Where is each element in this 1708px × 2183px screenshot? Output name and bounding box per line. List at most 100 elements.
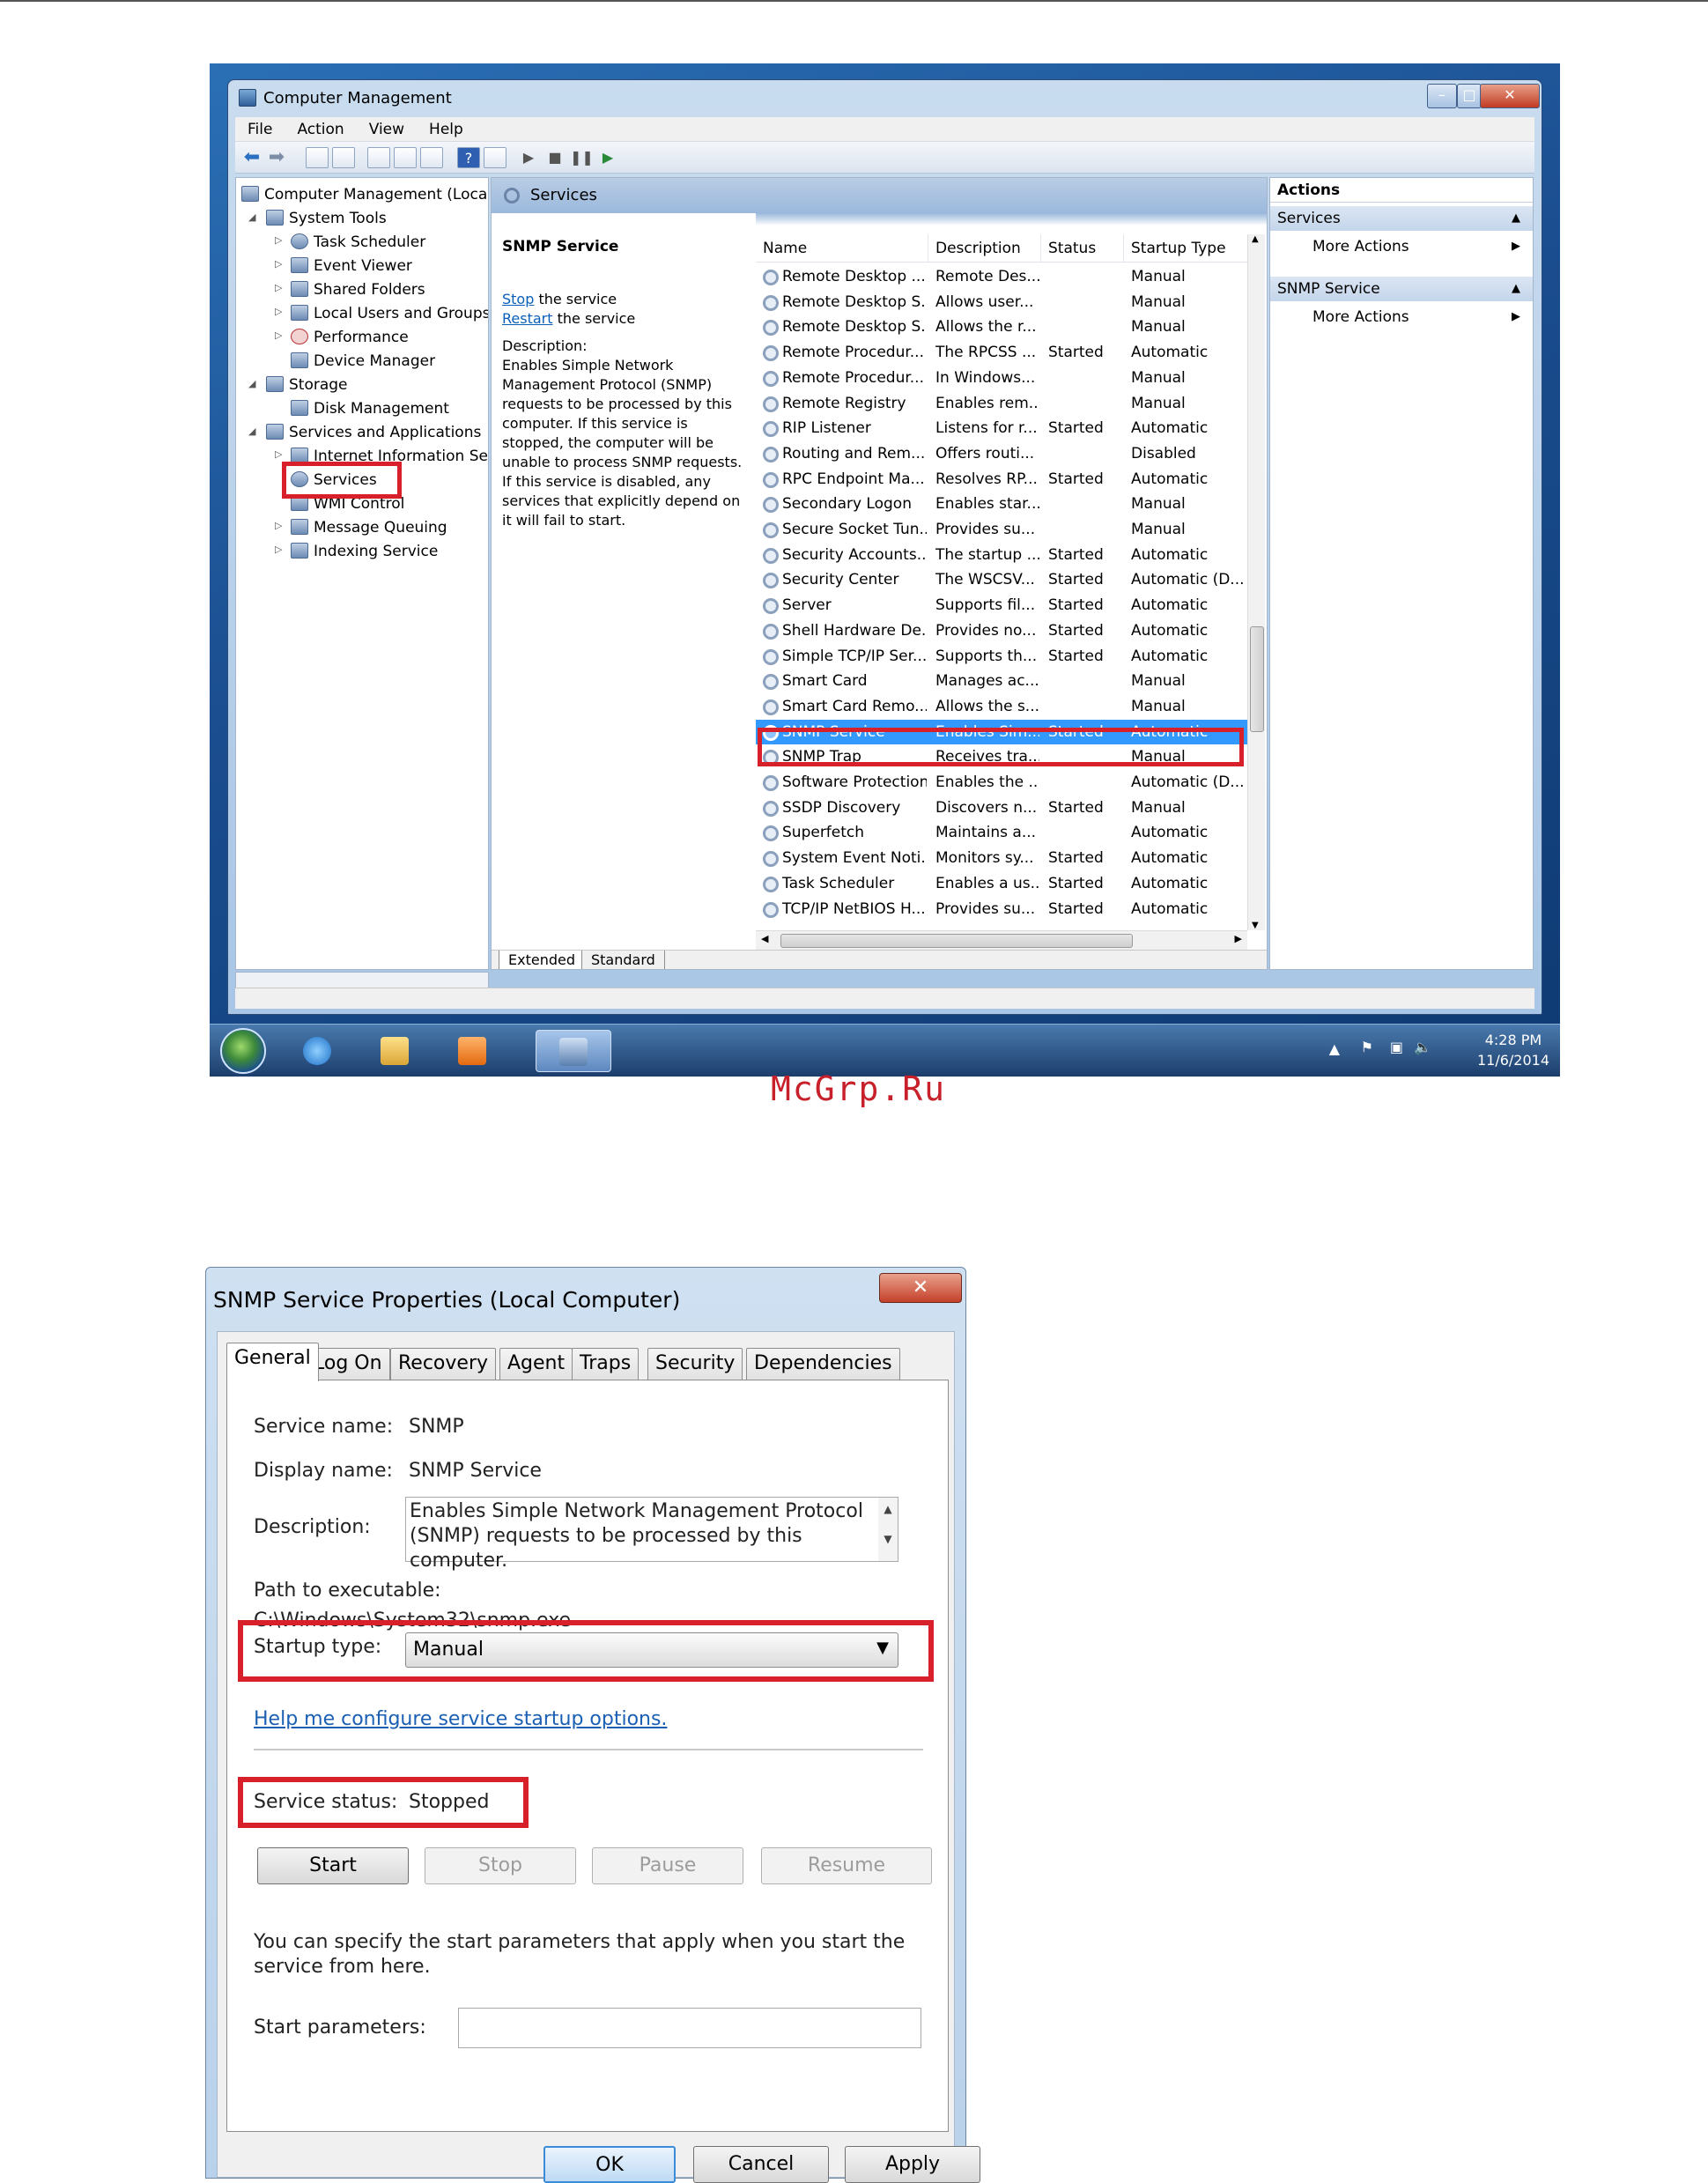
more-actions-snmp[interactable]: More Actions ▶ [1270, 305, 1533, 329]
tree-item-shared-folders[interactable]: Shared Folders [291, 280, 425, 300]
start-service-icon[interactable]: ▶ [517, 147, 540, 168]
table-row[interactable]: Simple TCP/IP Ser... Supports th... Starte… [756, 644, 1247, 669]
actions-section-snmp-service[interactable]: SNMP Service ▲ [1270, 277, 1533, 301]
tree-item-device-manager[interactable]: Device Manager [291, 352, 435, 371]
tab-recovery[interactable]: Recovery [390, 1348, 497, 1380]
table-row[interactable]: Smart Card Remo... Allows the s... Manual [756, 694, 1247, 719]
table-row[interactable]: RIP Listener Listens for r... Started Autom… [756, 416, 1247, 440]
description-scrollbar[interactable]: ▲ ▼ [878, 1498, 898, 1561]
taskbar-media-player[interactable] [447, 1030, 497, 1072]
tree-item-event-viewer[interactable]: Event Viewer [291, 256, 412, 276]
expand-triangle-icon[interactable]: ▷ [275, 448, 282, 460]
collapse-up-icon[interactable]: ▲ [1512, 277, 1520, 301]
table-row[interactable]: Smart Card Manages ac... Manual [756, 669, 1247, 693]
tab-dependencies[interactable]: Dependencies [746, 1348, 900, 1380]
scroll-down-icon[interactable]: ▼ [878, 1533, 898, 1545]
taskbar-explorer[interactable] [370, 1030, 419, 1072]
table-row[interactable]: Remote Registry Enables rem... Manual [756, 391, 1247, 416]
help-configure-link[interactable]: Help me configure service startup option… [254, 1708, 667, 1730]
tree-item-message-queuing[interactable]: Message Queuing [291, 518, 447, 537]
back-arrow-icon[interactable]: ⬅ [240, 147, 263, 168]
column-header-name[interactable]: Name [756, 234, 928, 263]
cancel-button[interactable]: Cancel [693, 2146, 829, 2183]
tree-item-computer-management[interactable]: Computer Management (Local [241, 185, 488, 204]
stop-service-icon[interactable]: ■ [543, 147, 566, 168]
tree-item-local-users-groups[interactable]: Local Users and Groups [291, 304, 488, 323]
hscroll-thumb[interactable] [780, 934, 1133, 948]
start-parameters-input[interactable] [458, 2008, 921, 2048]
more-actions-services[interactable]: More Actions ▶ [1270, 234, 1533, 259]
table-row[interactable]: Superfetch Maintains a... Automatic [756, 820, 1247, 845]
scroll-up-icon[interactable]: ▲ [1252, 234, 1259, 244]
expand-triangle-icon[interactable]: ▷ [275, 520, 282, 531]
expand-triangle-icon[interactable]: ▷ [275, 306, 282, 317]
expand-triangle-icon[interactable]: ▷ [275, 282, 282, 293]
table-row[interactable]: Remote Desktop S... Allows user... Manual [756, 290, 1247, 314]
tree-item-performance[interactable]: Performance [291, 328, 409, 347]
collapse-triangle-icon[interactable]: ◢ [248, 426, 255, 437]
start-button[interactable]: Start [257, 1847, 409, 1884]
up-folder-icon[interactable] [306, 147, 329, 168]
tree-item-services-applications[interactable]: Services and Applications [266, 423, 481, 442]
scroll-down-icon[interactable]: ▼ [1252, 921, 1259, 930]
actions-section-services[interactable]: Services ▲ [1270, 206, 1533, 231]
table-row[interactable]: Routing and Rem... Offers routi... Disable… [756, 441, 1247, 466]
network-icon[interactable]: ▣ [1390, 1039, 1403, 1055]
show-hide-tree-icon[interactable] [332, 147, 355, 168]
expand-triangle-icon[interactable]: ▷ [275, 544, 282, 555]
scroll-right-icon[interactable]: ▶ [1235, 933, 1242, 944]
tree-item-task-scheduler[interactable]: Task Scheduler [291, 233, 425, 252]
dialog-close-button[interactable]: ✕ [879, 1273, 962, 1303]
action-pane-icon[interactable] [484, 147, 506, 168]
help-icon[interactable]: ? [457, 147, 480, 168]
tab-extended[interactable]: Extended [499, 951, 585, 969]
collapse-up-icon[interactable]: ▲ [1512, 206, 1520, 231]
table-row[interactable]: Remote Desktop ... Remote Des... Manual [756, 264, 1247, 289]
table-row[interactable]: RPC Endpoint Ma... Resolves RP... Started A… [756, 467, 1247, 492]
stop-button[interactable]: Stop [425, 1847, 576, 1884]
expand-triangle-icon[interactable]: ▷ [275, 329, 282, 341]
tab-agent[interactable]: Agent [499, 1348, 573, 1380]
expand-triangle-icon[interactable]: ▷ [275, 234, 282, 246]
minimize-button[interactable]: – [1427, 84, 1457, 108]
menu-file[interactable]: File [235, 117, 285, 142]
title-bar[interactable]: Computer Management – □ ✕ [228, 80, 1542, 114]
taskbar-computer-management[interactable] [536, 1030, 611, 1072]
table-row[interactable]: Remote Procedur... The RPCSS ... Started Au… [756, 340, 1247, 365]
tab-general[interactable]: General [226, 1343, 319, 1381]
scroll-left-icon[interactable]: ◀ [761, 933, 768, 944]
collapse-triangle-icon[interactable]: ◢ [248, 378, 255, 389]
menu-action[interactable]: Action [285, 117, 356, 142]
table-row[interactable]: Security Center The WSCSV... Started Automa… [756, 567, 1247, 592]
services-vertical-scrollbar[interactable]: ▲ ▼ [1247, 234, 1265, 930]
tab-security[interactable]: Security [647, 1348, 743, 1380]
scroll-thumb[interactable] [1250, 626, 1264, 732]
show-hidden-icons-icon[interactable]: ▲ [1329, 1040, 1340, 1057]
scroll-up-icon[interactable]: ▲ [878, 1503, 898, 1515]
ok-button[interactable]: OK [543, 2146, 676, 2183]
export-list-icon[interactable] [420, 147, 443, 168]
restart-service-icon[interactable]: ▶ [596, 147, 619, 168]
expand-triangle-icon[interactable]: ▷ [275, 258, 282, 270]
refresh-icon[interactable] [394, 147, 417, 168]
action-center-flag-icon[interactable]: ⚑ [1361, 1039, 1373, 1055]
tree-item-storage[interactable]: Storage [266, 375, 348, 395]
table-row[interactable]: SSDP Discovery Discovers n... Started Manua… [756, 796, 1247, 820]
column-header-startup-type[interactable]: Startup Type [1124, 234, 1249, 263]
table-row[interactable]: TCP/IP NetBIOS H... Provides su... Started… [756, 897, 1247, 921]
start-button-icon[interactable] [220, 1028, 266, 1074]
table-row[interactable]: Shell Hardware De... Provides no... Starte… [756, 618, 1247, 643]
table-row[interactable]: Server Supports fil... Started Automatic [756, 593, 1247, 618]
table-row[interactable]: Secure Socket Tun... Provides su... Manual [756, 517, 1247, 542]
volume-icon[interactable]: 🔈 [1414, 1039, 1431, 1055]
collapse-triangle-icon[interactable]: ◢ [248, 211, 255, 223]
apply-button[interactable]: Apply [845, 2146, 980, 2183]
table-row[interactable]: Secondary Logon Enables star... Manual [756, 492, 1247, 516]
description-box[interactable]: Enables Simple Network Management Protoc… [405, 1497, 898, 1572]
table-row[interactable]: Software Protection Enables the ... Automa… [756, 770, 1247, 795]
column-header-description[interactable]: Description [928, 234, 1041, 263]
table-row[interactable]: Security Accounts... The startup ... Start… [756, 543, 1247, 567]
services-horizontal-scrollbar[interactable]: ◀ ▶ [756, 930, 1247, 950]
tree-item-system-tools[interactable]: System Tools [266, 209, 387, 228]
pause-button[interactable]: Pause [592, 1847, 743, 1884]
